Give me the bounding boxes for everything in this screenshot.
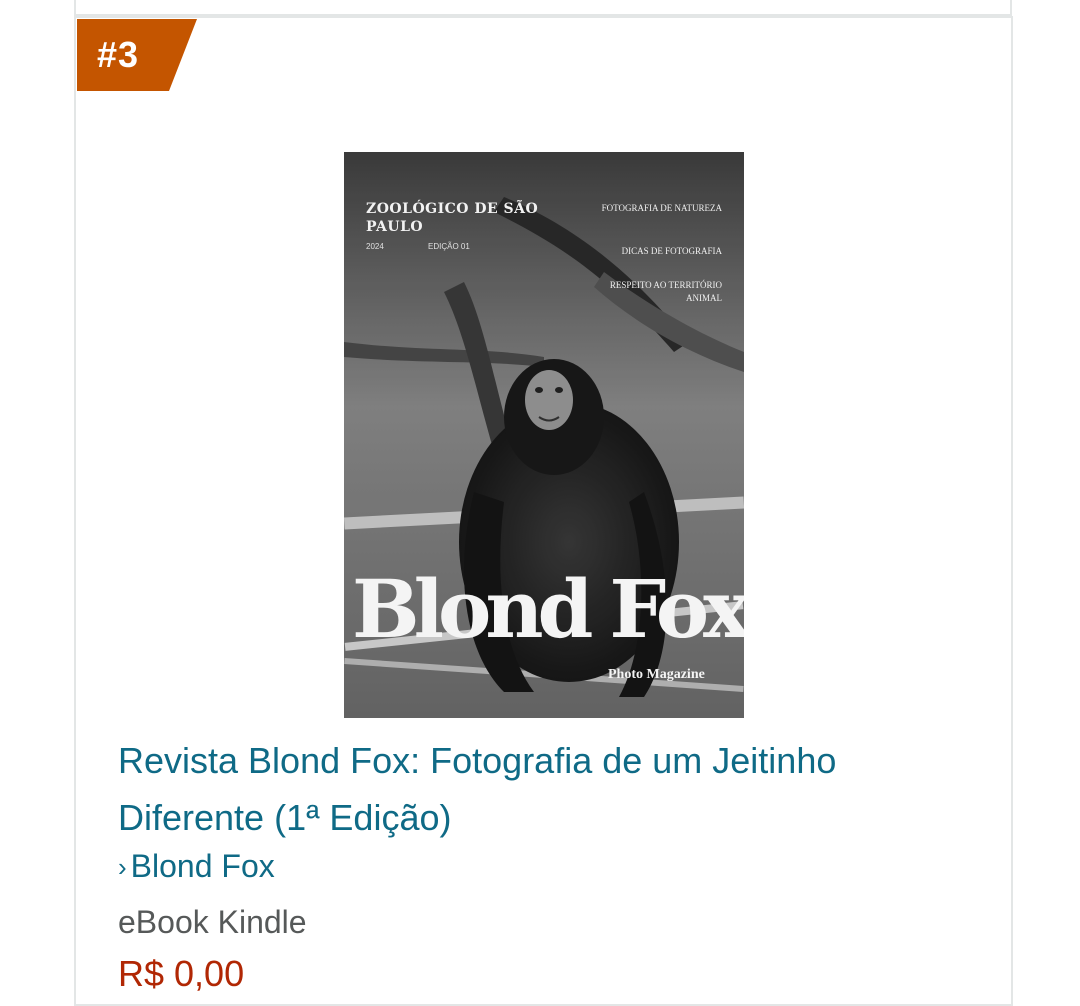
cover-topic-1: FOTOGRAFIA DE NATUREZA bbox=[601, 203, 722, 213]
previous-product-card bbox=[74, 0, 1012, 16]
cover-topic-2: DICAS DE FOTOGRAFIA bbox=[621, 246, 722, 256]
author-link[interactable]: › Blond Fox bbox=[118, 844, 275, 888]
rank-badge: #3 bbox=[77, 19, 197, 91]
book-cover-image[interactable]: ZOOLÓGICO DE SÃO PAULO 2024 EDIÇÃO 01 FO… bbox=[344, 152, 744, 718]
cover-edition: EDIÇÃO 01 bbox=[428, 242, 470, 251]
cover-year: 2024 bbox=[366, 242, 384, 251]
product-card[interactable]: #3 ZOOLÓGICO DE SÃO PAULO 2024 EDIÇÃO 01… bbox=[74, 16, 1013, 1006]
cover-brand-logo: Blond Fox. bbox=[352, 562, 744, 656]
cover-topic-3: RESPEITO AO TERRITÓRIO ANIMAL bbox=[609, 280, 722, 303]
product-title-link[interactable]: Revista Blond Fox: Fotografia de um Jeit… bbox=[118, 732, 978, 846]
product-price: R$ 0,00 bbox=[118, 953, 245, 994]
chevron-right-icon: › bbox=[118, 852, 127, 882]
product-format: eBook Kindle bbox=[118, 904, 307, 940]
cover-header-title: ZOOLÓGICO DE SÃO PAULO bbox=[366, 201, 539, 235]
rank-number: #3 bbox=[97, 33, 140, 75]
cover-subtitle: Photo Magazine bbox=[608, 667, 705, 682]
author-name: Blond Fox bbox=[130, 848, 275, 884]
